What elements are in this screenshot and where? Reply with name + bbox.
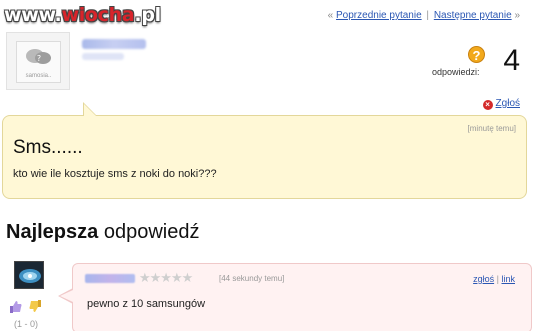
- vote-buttons: [10, 300, 44, 318]
- next-question-link[interactable]: Następne pytanie: [434, 10, 512, 21]
- watermark-logo: www.wiocha.pl: [4, 4, 161, 26]
- speech-bubbles-icon: ?: [26, 49, 51, 64]
- question-bubble-tail-fill: [84, 104, 96, 116]
- answer-text: pewno z 10 samsungów: [87, 298, 206, 310]
- answerer-name-blurred: [85, 274, 135, 283]
- answer-count-value: 4: [503, 44, 520, 77]
- report-label: Zgłoś: [495, 98, 520, 109]
- best-answer-heading: Najlepsza odpowiedź: [6, 221, 199, 244]
- answer-actions: zgłoś | link: [473, 274, 515, 284]
- answer-permalink[interactable]: link: [501, 274, 515, 284]
- vote-count: (1 - 0): [14, 319, 39, 329]
- previous-question-link[interactable]: Poprzednie pytanie: [336, 10, 422, 21]
- question-body: kto wie ile kosztuje sms z noki do noki?…: [13, 168, 217, 180]
- report-question-link[interactable]: × Zgłoś: [482, 98, 520, 110]
- heading-rest: odpowiedź: [103, 221, 200, 243]
- asker-avatar[interactable]: ? samosia..: [6, 32, 70, 90]
- close-icon: ×: [482, 100, 493, 110]
- asker-meta-blurred: [82, 53, 124, 60]
- avatar-image: [15, 262, 43, 288]
- nav-separator: |: [426, 10, 430, 21]
- nav-suffix: »: [514, 10, 520, 21]
- question-box: [minutę temu] Sms...... kto wie ile kosz…: [2, 115, 527, 199]
- asker-name-blurred: [82, 39, 146, 49]
- question-time: [minutę temu]: [467, 124, 516, 133]
- answer-count: ? odpowiedzi: 4: [410, 40, 520, 80]
- question-title: Sms......: [13, 137, 83, 158]
- svg-text:?: ?: [37, 54, 41, 63]
- answerer-avatar[interactable]: [14, 261, 44, 289]
- report-answer-link[interactable]: zgłoś: [473, 274, 494, 284]
- heading-bold: Najlepsza: [6, 221, 99, 243]
- answer-count-label: odpowiedzi:: [432, 67, 480, 77]
- question-icon: ?: [468, 46, 485, 63]
- avatar-caption: samosia..: [25, 73, 52, 79]
- best-answer-box: ★★★★★ [44 sekundy temu] zgłoś | link pew…: [72, 263, 532, 331]
- answer-time: [44 sekundy temu]: [219, 274, 285, 283]
- nav-prefix: «: [327, 10, 334, 21]
- answer-link-separator: |: [496, 274, 499, 284]
- question-navigation: « Poprzednie pytanie | Następne pytanie …: [328, 10, 520, 21]
- rating-stars: ★★★★★: [139, 270, 193, 285]
- avatar-frame: ? samosia..: [16, 41, 61, 83]
- thumb-up-icon[interactable]: [10, 300, 22, 313]
- answer-bubble-tail-fill: [60, 290, 73, 302]
- thumb-down-icon[interactable]: [29, 300, 42, 313]
